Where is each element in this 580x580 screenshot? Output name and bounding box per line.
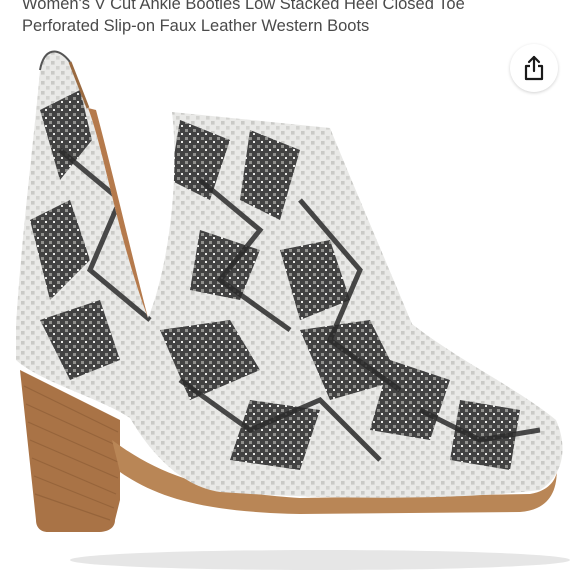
product-title-line-1: Women's V Cut Ankle Booties Low Stacked … <box>22 0 465 13</box>
boot-illustration <box>16 50 570 570</box>
product-image[interactable] <box>0 50 580 580</box>
share-icon <box>524 55 544 81</box>
share-button[interactable] <box>510 44 558 92</box>
product-title-line-2: Perforated Slip-on Faux Leather Western … <box>22 17 370 35</box>
product-title: Women's V Cut Ankle Booties Low Stacked … <box>22 0 510 37</box>
